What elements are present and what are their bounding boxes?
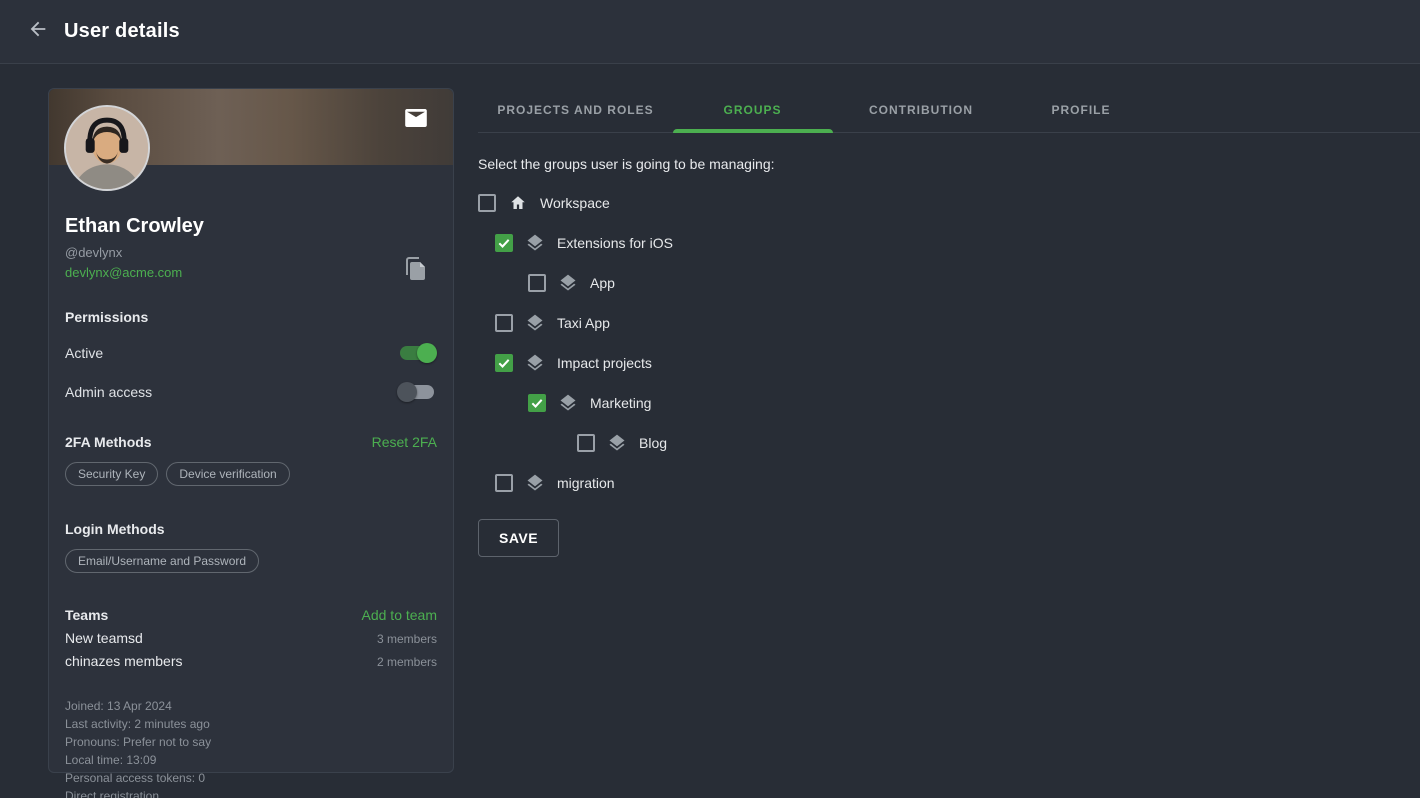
team-row[interactable]: New teamsd 3 members [65,630,437,646]
meta-registration: Direct registration [65,787,437,798]
send-email-button[interactable] [405,109,427,127]
meta-local-time: Local time: 13:09 [65,751,437,769]
toggle-knob [417,343,437,363]
user-name: Ethan Crowley [65,215,437,238]
permissions-heading: Permissions [65,309,437,325]
tab-contribution[interactable]: CONTRIBUTION [841,88,1001,132]
teams-heading: Teams [65,607,108,623]
layers-icon [558,393,578,413]
tree-item-label: Extensions for iOS [557,235,673,251]
meta-pronouns: Pronouns: Prefer not to say [65,733,437,751]
team-name: New teamsd [65,630,143,646]
user-handle: @devlynx [65,245,437,260]
tree-item-taxi-app[interactable]: Taxi App [478,303,1420,343]
tree-item-extensions-for-ios[interactable]: Extensions for iOS [478,223,1420,263]
layers-icon [525,313,545,333]
layers-icon [607,433,627,453]
main-area: Ethan Crowley @devlynx devlynx@acme.com … [0,64,1420,773]
checkbox[interactable] [528,274,546,292]
team-row[interactable]: chinazes members 2 members [65,653,437,669]
tree-item-label: Workspace [540,195,610,211]
twofa-methods: Security Key Device verification [65,462,437,486]
meta-last-activity: Last activity: 2 minutes ago [65,715,437,733]
page-title: User details [64,20,180,43]
checkbox[interactable] [495,234,513,252]
tree-item-label: Marketing [590,395,651,411]
checkbox[interactable] [528,394,546,412]
checkbox[interactable] [495,354,513,372]
tree-item-label: Blog [639,435,667,451]
checkbox[interactable] [495,474,513,492]
checkbox[interactable] [478,194,496,212]
add-to-team-link[interactable]: Add to team [362,607,438,623]
admin-access-toggle-row: Admin access [65,381,437,403]
back-button[interactable] [24,18,52,46]
login-methods-heading: Login Methods [65,521,437,537]
tree-item-label: Impact projects [557,355,652,371]
arrow-left-icon [27,18,49,45]
twofa-method-chip: Device verification [166,462,289,486]
meta-joined: Joined: 13 Apr 2024 [65,697,437,715]
team-members-count: 3 members [377,632,437,646]
profile-card: Ethan Crowley @devlynx devlynx@acme.com … [48,88,454,773]
tree-item-blog[interactable]: Blog [478,423,1420,463]
reset-2fa-link[interactable]: Reset 2FA [372,434,437,450]
details-panel: PROJECTS AND ROLES GROUPS CONTRIBUTION P… [478,88,1420,557]
groups-instruction: Select the groups user is going to be ma… [478,156,1420,172]
top-bar: User details [0,0,1420,64]
save-button[interactable]: SAVE [478,519,559,557]
avatar [64,105,150,191]
tree-item-marketing[interactable]: Marketing [478,383,1420,423]
tree-item-workspace[interactable]: Workspace [478,183,1420,223]
copy-email-button[interactable] [405,257,427,281]
user-meta: Joined: 13 Apr 2024 Last activity: 2 min… [65,697,437,798]
copy-icon [405,268,427,285]
tab-groups[interactable]: GROUPS [664,88,841,132]
active-toggle-row: Active [65,342,437,364]
layers-icon [558,273,578,293]
layers-icon [525,233,545,253]
active-label: Active [65,345,103,361]
checkbox[interactable] [495,314,513,332]
mail-icon [405,114,427,131]
tree-item-migration[interactable]: migration [478,463,1420,503]
tree-item-label: Taxi App [557,315,610,331]
twofa-heading: 2FA Methods [65,434,152,450]
layers-icon [525,473,545,493]
twofa-method-chip: Security Key [65,462,158,486]
tab-bar: PROJECTS AND ROLES GROUPS CONTRIBUTION P… [478,88,1420,133]
toggle-knob [397,382,417,402]
admin-access-toggle[interactable] [397,382,437,402]
tree-item-label: App [590,275,615,291]
login-methods: Email/Username and Password [65,549,437,573]
groups-tree: Workspace Extensions for iOS App [478,183,1420,503]
team-members-count: 2 members [377,655,437,669]
tree-item-app[interactable]: App [478,263,1420,303]
home-icon [508,193,528,213]
tab-projects-and-roles[interactable]: PROJECTS AND ROLES [487,88,664,132]
checkbox[interactable] [577,434,595,452]
tab-profile[interactable]: PROFILE [1001,88,1161,132]
team-name: chinazes members [65,653,183,669]
active-toggle[interactable] [397,343,437,363]
meta-access-tokens: Personal access tokens: 0 [65,769,437,787]
tree-item-impact-projects[interactable]: Impact projects [478,343,1420,383]
layers-icon [525,353,545,373]
user-email[interactable]: devlynx@acme.com [65,265,437,280]
admin-access-label: Admin access [65,384,152,400]
tree-item-label: migration [557,475,615,491]
login-method-chip: Email/Username and Password [65,549,259,573]
